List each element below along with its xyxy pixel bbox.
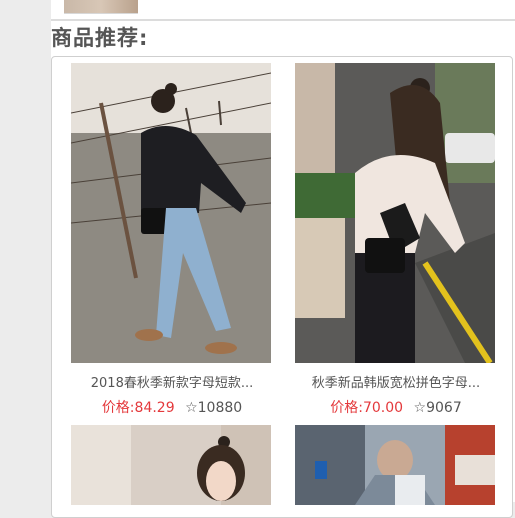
price-value: 84.29: [134, 400, 175, 416]
product-image[interactable]: [71, 425, 271, 505]
product-grid: 2018春秋季新款字母短款... 价格:84.29 ☆10880 秋季新品韩版宽…: [51, 56, 513, 518]
previous-product-thumbnail[interactable]: [64, 0, 138, 14]
product-image[interactable]: [71, 63, 271, 363]
product-image[interactable]: [295, 63, 495, 363]
section-title: 商品推荐:: [51, 26, 149, 50]
product-name[interactable]: 2018春秋季新款字母短款...: [71, 372, 273, 391]
price-label: 价格:: [330, 400, 363, 416]
product-card[interactable]: 秋季新品韩版宽松拼色字母... 价格:70.00 ☆9067: [295, 63, 497, 417]
favorite-count: 10880: [197, 400, 243, 416]
star-outline-icon[interactable]: ☆: [185, 400, 198, 416]
price-label: 价格:: [101, 400, 135, 416]
price-value: 70.00: [362, 400, 404, 416]
product-card[interactable]: [295, 425, 497, 505]
section-divider: [51, 19, 515, 21]
product-card[interactable]: 2018春秋季新款字母短款... 价格:84.29 ☆10880: [71, 63, 273, 417]
product-name[interactable]: 秋季新品韩版宽松拼色字母...: [295, 372, 497, 391]
product-image[interactable]: [295, 425, 495, 505]
star-outline-icon[interactable]: ☆: [414, 400, 427, 416]
product-card[interactable]: [71, 425, 273, 505]
favorite-count: 9067: [426, 400, 462, 416]
